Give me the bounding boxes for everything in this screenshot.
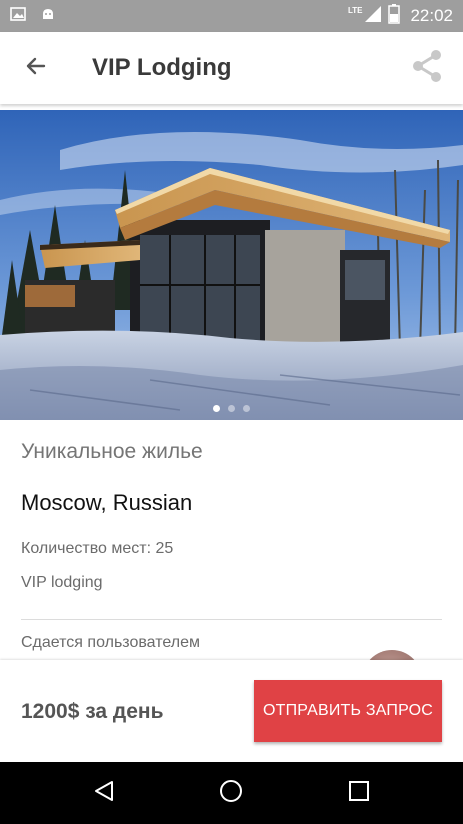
- listing-category: VIP lodging: [21, 574, 103, 591]
- listing-photo-gallery[interactable]: [0, 110, 463, 420]
- square-recents-icon: [347, 779, 371, 808]
- gallery-pager: [0, 405, 463, 412]
- toolbar: VIP Lodging: [0, 32, 463, 104]
- triangle-back-icon: [92, 779, 116, 808]
- page-title: VIP Lodging: [92, 54, 232, 81]
- booking-bar: 1200$ за день ОТПРАВИТЬ ЗАПРОС: [0, 660, 463, 762]
- nav-recents-button[interactable]: [329, 763, 389, 823]
- listing-details: Уникальное жилье Moscow, Russian Количес…: [0, 420, 463, 592]
- nav-home-button[interactable]: [201, 763, 261, 823]
- pager-dot[interactable]: [243, 405, 250, 412]
- house-photo: [0, 110, 463, 420]
- listing-subtitle: Уникальное жилье: [21, 440, 203, 463]
- back-button[interactable]: [0, 32, 72, 104]
- divider: [21, 619, 442, 620]
- price-per-day: 1200$ за день: [21, 700, 164, 723]
- system-nav-bar: [0, 762, 463, 824]
- arrow-back-icon: [24, 54, 48, 83]
- share-button[interactable]: [391, 32, 463, 104]
- network-type: LTE: [347, 5, 363, 15]
- status-time: 22:02: [410, 6, 453, 25]
- app-screen: LTE 22:02 VIP Lodging Уникальное жилье M…: [0, 0, 463, 824]
- host-label: Сдается пользователем: [21, 634, 200, 651]
- listing-capacity: Количество мест: 25: [21, 540, 174, 557]
- share-icon: [410, 49, 444, 88]
- status-bar: LTE 22:02: [0, 0, 463, 32]
- android-icon: [40, 6, 56, 27]
- listing-location: Moscow, Russian: [21, 490, 193, 515]
- signal-icon: [364, 5, 382, 28]
- circle-home-icon: [218, 778, 244, 809]
- image-icon: [10, 6, 26, 27]
- battery-icon: [388, 3, 401, 29]
- send-request-button[interactable]: ОТПРАВИТЬ ЗАПРОС: [254, 680, 442, 742]
- nav-back-button[interactable]: [74, 763, 134, 823]
- pager-dot[interactable]: [213, 405, 220, 412]
- pager-dot[interactable]: [228, 405, 235, 412]
